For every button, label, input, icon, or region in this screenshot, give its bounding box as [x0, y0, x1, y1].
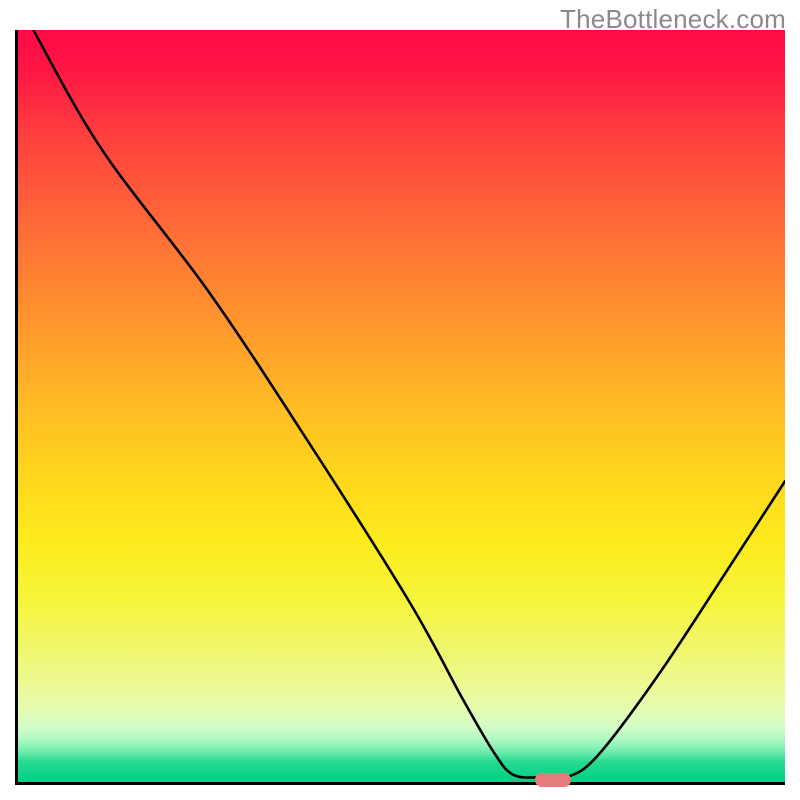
optimum-marker-icon	[535, 773, 571, 787]
bottleneck-curve	[33, 30, 785, 778]
plot-area	[15, 30, 785, 785]
chart-container: TheBottleneck.com	[0, 0, 800, 800]
curve-layer	[18, 30, 785, 782]
